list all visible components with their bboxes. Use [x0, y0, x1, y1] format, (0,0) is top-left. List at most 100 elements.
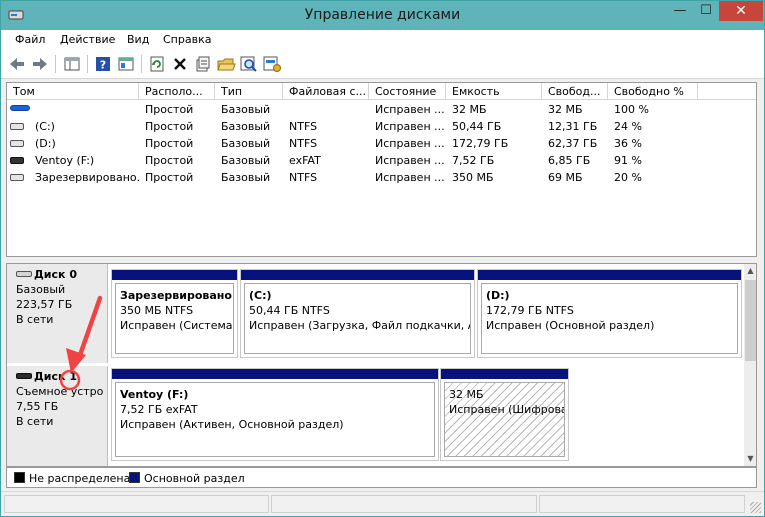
volume-filesystem: exFAT	[289, 154, 321, 167]
column-header-status[interactable]: Состояние	[369, 83, 446, 100]
scroll-up-icon[interactable]: ▲	[744, 266, 756, 275]
volume-status: Исправен ...	[375, 137, 445, 150]
partition-size: 32 МБ	[449, 388, 484, 401]
resize-grip-icon[interactable]	[750, 502, 761, 513]
table-row[interactable]: (C:) Простой Базовый NTFS Исправен ... 5…	[7, 118, 756, 135]
menu-action[interactable]: Действие	[60, 33, 115, 46]
volume-filesystem: NTFS	[289, 137, 318, 150]
partition-status: Исправен (Шифрова	[449, 403, 565, 416]
disk-1-label[interactable]: Диск 1 Съемное устро 7,55 ГБ В сети	[7, 366, 108, 466]
delete-icon[interactable]	[170, 54, 190, 74]
volume-status: Исправен ...	[375, 154, 445, 167]
table-row[interactable]: Простой Базовый Исправен ... 32 МБ 32 МБ…	[7, 101, 756, 118]
scroll-down-icon[interactable]: ▼	[744, 454, 756, 463]
menu-bar: Файл Действие Вид Справка	[1, 30, 764, 50]
column-header-volume[interactable]: Том	[7, 83, 139, 100]
volume-filesystem	[283, 101, 369, 118]
column-header-layout[interactable]: Располо...	[139, 83, 215, 100]
volume-status: Исправен ...	[375, 103, 445, 116]
properties-pane-icon[interactable]	[116, 54, 136, 74]
partition-bar	[441, 369, 568, 379]
back-arrow-icon[interactable]	[7, 54, 27, 74]
partition-status: Исправен (Система,	[120, 319, 234, 332]
toolbar-separator	[87, 55, 88, 73]
scrollbar-thumb[interactable]	[745, 280, 756, 361]
disk-settings-icon[interactable]	[262, 54, 282, 74]
volume-capacity: 32 МБ	[452, 103, 487, 116]
table-row[interactable]: Зарезервировано... Простой Базовый NTFS …	[7, 169, 756, 186]
column-header-filesystem[interactable]: Файловая с...	[283, 83, 369, 100]
volume-filesystem: NTFS	[289, 120, 318, 133]
disk-management-window: Управление дисками — ☐ ✕ Файл Действие В…	[0, 0, 765, 517]
volume-free-percent: 20 %	[614, 171, 642, 184]
volume-name: Ventoy (F:)	[35, 154, 95, 167]
partition-size: 7,52 ГБ exFAT	[120, 403, 198, 416]
volume-free-space: 69 МБ	[548, 171, 583, 184]
volume-free-percent: 91 %	[614, 154, 642, 167]
legend-label-unallocated: Не распределена	[29, 472, 131, 485]
hdd-icon	[10, 140, 24, 147]
volume-free-space: 6,85 ГБ	[548, 154, 591, 167]
column-header-free-percent[interactable]: Свободно %	[608, 83, 698, 100]
volume-free-percent: 100 %	[614, 103, 649, 116]
disk-0-label[interactable]: Диск 0 Базовый 223,57 ГБ В сети	[7, 264, 108, 363]
menu-file[interactable]: Файл	[15, 33, 45, 46]
disk-1-kind: Съемное устро	[16, 385, 104, 398]
column-header-free-space[interactable]: Свобод...	[542, 83, 608, 100]
volume-table-header: Том Располо... Тип Файловая с... Состоян…	[7, 83, 756, 100]
menu-view[interactable]: Вид	[127, 33, 149, 46]
partition-title: Зарезервировано с	[120, 289, 234, 302]
hdd-icon	[10, 174, 24, 181]
legend-swatch-primary	[129, 472, 140, 483]
volume-free-space: 32 МБ	[548, 103, 583, 116]
svg-text:?: ?	[100, 59, 106, 72]
close-button[interactable]: ✕	[719, 1, 763, 21]
volume-capacity: 7,52 ГБ	[452, 154, 495, 167]
forward-arrow-icon[interactable]	[30, 54, 50, 74]
status-segment	[539, 495, 745, 513]
partition-title: Ventoy (F:)	[120, 388, 189, 401]
maximize-button[interactable]: ☐	[693, 1, 719, 21]
volume-type: Базовый	[221, 137, 271, 150]
partition-size: 50,44 ГБ NTFS	[249, 304, 330, 317]
minimize-button[interactable]: —	[667, 1, 693, 21]
open-folder-icon[interactable]	[216, 54, 236, 74]
volume-name: Зарезервировано...	[35, 171, 139, 184]
menu-help[interactable]: Справка	[163, 33, 211, 46]
partition-ventoy[interactable]: Ventoy (F:) 7,52 ГБ exFAT Исправен (Акти…	[111, 368, 439, 461]
search-disk-icon[interactable]	[239, 54, 259, 74]
legend-label-primary: Основной раздел	[144, 472, 245, 485]
partition-bar	[112, 369, 438, 379]
volume-free-percent: 36 %	[614, 137, 642, 150]
volume-free-space: 12,31 ГБ	[548, 120, 598, 133]
properties-icon[interactable]	[193, 54, 213, 74]
volume-capacity: 172,79 ГБ	[452, 137, 509, 150]
volume-capacity: 50,44 ГБ	[452, 120, 502, 133]
column-header-type[interactable]: Тип	[215, 83, 283, 100]
volume-type: Базовый	[221, 154, 271, 167]
table-row[interactable]: (D:) Простой Базовый NTFS Исправен ... 1…	[7, 135, 756, 152]
volume-status: Исправен ...	[375, 171, 445, 184]
disk-0-state: В сети	[16, 313, 54, 326]
blue-volume-icon	[10, 105, 30, 111]
volume-free-space: 62,37 ГБ	[548, 137, 598, 150]
disk-0-kind: Базовый	[16, 283, 66, 296]
partition-vtoyefi[interactable]: 32 МБ Исправен (Шифрова	[440, 368, 569, 461]
help-icon[interactable]: ?	[93, 54, 113, 74]
toolbar-separator	[55, 55, 56, 73]
column-header-capacity[interactable]: Емкость	[446, 83, 542, 100]
title-bar[interactable]: Управление дисками — ☐ ✕	[1, 1, 764, 30]
volume-free-percent: 24 %	[614, 120, 642, 133]
toolbar: ?	[1, 50, 764, 79]
vertical-scrollbar[interactable]: ▲ ▼	[744, 264, 756, 466]
volume-layout: Простой	[145, 171, 194, 184]
table-row[interactable]: Ventoy (F:) Простой Базовый exFAT Исправ…	[7, 152, 756, 169]
partition-reserved[interactable]: Зарезервировано с 350 МБ NTFS Исправен (…	[111, 269, 238, 358]
partition-d[interactable]: (D:) 172,79 ГБ NTFS Исправен (Основной р…	[477, 269, 742, 358]
volume-list: Том Располо... Тип Файловая с... Состоян…	[6, 82, 757, 257]
partition-c[interactable]: (C:) 50,44 ГБ NTFS Исправен (Загрузка, Ф…	[240, 269, 475, 358]
refresh-icon[interactable]	[147, 54, 167, 74]
partition-title: (D:)	[486, 289, 510, 302]
console-tree-icon[interactable]	[62, 54, 82, 74]
partition-bar	[478, 270, 741, 280]
